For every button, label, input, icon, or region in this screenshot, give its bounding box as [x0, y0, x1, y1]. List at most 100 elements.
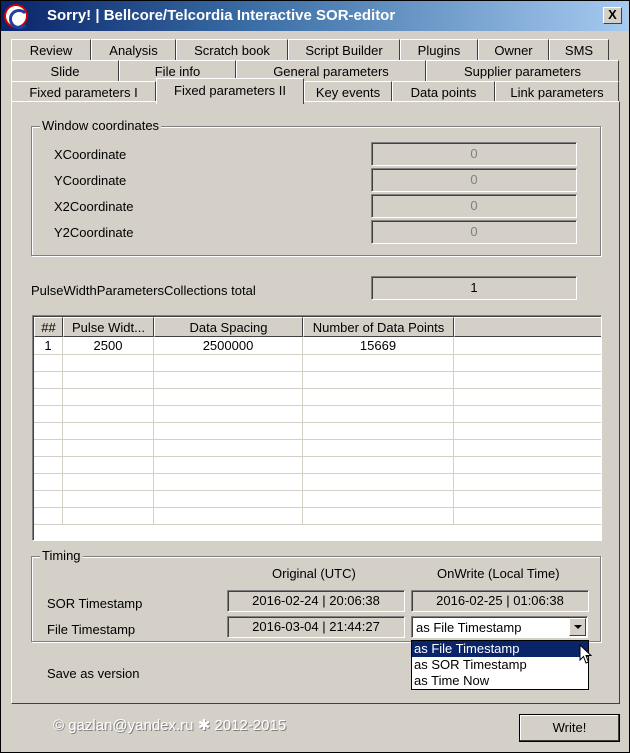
- tab-owner[interactable]: Owner: [478, 39, 549, 60]
- sor-timestamp-onwrite[interactable]: 2016-02-25 | 01:06:38: [411, 590, 589, 612]
- tab-fixed-parameters-1[interactable]: Fixed parameters I: [11, 81, 156, 102]
- table-cell: [34, 457, 63, 474]
- table-cell[interactable]: 2500000: [154, 338, 303, 355]
- table-cell: [154, 389, 303, 406]
- table-cell[interactable]: 1: [34, 338, 63, 355]
- tab-data-points[interactable]: Data points: [392, 81, 495, 102]
- table-cell: [303, 372, 454, 389]
- save-as-version-label: Save as version: [47, 666, 140, 681]
- pulse-total-field[interactable]: 1: [371, 276, 577, 300]
- title-bar[interactable]: Sorry! | Bellcore/Telcordia Interactive …: [1, 1, 629, 31]
- table-cell[interactable]: 2500: [63, 338, 154, 355]
- table-cell: [454, 440, 601, 457]
- table-cell: [154, 423, 303, 440]
- tab-plugins[interactable]: Plugins: [400, 39, 478, 60]
- table-cell: [63, 355, 154, 372]
- x-coordinate-field[interactable]: 0: [371, 142, 577, 166]
- sor-timestamp-original[interactable]: 2016-02-24 | 20:06:38: [227, 590, 405, 612]
- table-row-empty: [34, 389, 601, 406]
- dropdown-option[interactable]: as SOR Timestamp: [412, 657, 588, 673]
- table-cell[interactable]: [454, 338, 601, 355]
- dropdown-option[interactable]: as Time Now: [412, 673, 588, 689]
- table-cell: [454, 423, 601, 440]
- table-row-empty: [34, 457, 601, 474]
- table-cell: [154, 355, 303, 372]
- table-row-empty: [34, 491, 601, 508]
- tab-scratch-book[interactable]: Scratch book: [176, 39, 288, 60]
- tab-review[interactable]: Review: [11, 39, 91, 60]
- close-button[interactable]: X: [603, 7, 622, 24]
- table-cell: [34, 423, 63, 440]
- table-cell: [303, 491, 454, 508]
- column-header-pulse-width[interactable]: Pulse Widt...: [63, 317, 154, 337]
- table-row[interactable]: 1 2500 2500000 15669: [34, 338, 601, 355]
- copyright-text: © gazlan@yandex.ru ✱ 2012-2015: [53, 717, 287, 734]
- write-button[interactable]: Write!: [519, 714, 620, 742]
- table-cell: [154, 474, 303, 491]
- table-cell: [303, 406, 454, 423]
- tab-row-1: Review Analysis Scratch book Script Buil…: [11, 39, 619, 60]
- table-cell: [154, 457, 303, 474]
- tab-script-builder[interactable]: Script Builder: [288, 39, 400, 60]
- file-timestamp-select[interactable]: as File Timestamp: [411, 616, 588, 638]
- tab-fixed-parameters-2[interactable]: Fixed parameters II: [156, 78, 304, 104]
- table-cell: [34, 440, 63, 457]
- table-cell: [63, 440, 154, 457]
- table-cell: [63, 457, 154, 474]
- file-timestamp-dropdown[interactable]: as File Timestamp as SOR Timestamp as Ti…: [411, 640, 589, 690]
- tab-slide[interactable]: Slide: [11, 60, 119, 81]
- x2-coordinate-field[interactable]: 0: [371, 194, 577, 218]
- onwrite-local-header: OnWrite (Local Time): [437, 566, 560, 581]
- window-coordinates-group: Window coordinates XCoordinate 0 YCoordi…: [31, 118, 601, 256]
- table-cell[interactable]: 15669: [303, 338, 454, 355]
- pulse-total-label: PulseWidthParametersCollections total: [31, 283, 256, 298]
- dropdown-option[interactable]: as File Timestamp: [412, 641, 588, 657]
- table-row-empty: [34, 372, 601, 389]
- table-row-empty: [34, 406, 601, 423]
- column-header-index[interactable]: ##: [34, 317, 63, 337]
- table-row-empty: [34, 508, 601, 525]
- tab-link-parameters[interactable]: Link parameters: [495, 81, 619, 102]
- tab-analysis[interactable]: Analysis: [91, 39, 176, 60]
- table-cell: [303, 474, 454, 491]
- table-cell: [63, 423, 154, 440]
- table-cell: [303, 355, 454, 372]
- table-header: ## Pulse Widt... Data Spacing Number of …: [34, 317, 601, 337]
- table-cell: [63, 372, 154, 389]
- tab-key-events[interactable]: Key events: [304, 81, 392, 102]
- column-header-number-of-data-points[interactable]: Number of Data Points: [303, 317, 454, 337]
- file-timestamp-original[interactable]: 2016-03-04 | 21:44:27: [227, 616, 405, 638]
- table-cell: [303, 389, 454, 406]
- table-cell: [154, 406, 303, 423]
- window-title: Sorry! | Bellcore/Telcordia Interactive …: [47, 7, 396, 24]
- group-title: Window coordinates: [40, 118, 162, 133]
- y2-coordinate-field[interactable]: 0: [371, 220, 577, 244]
- table-cell: [63, 406, 154, 423]
- y-coordinate-field[interactable]: 0: [371, 168, 577, 192]
- table-cell: [454, 474, 601, 491]
- table-cell: [303, 457, 454, 474]
- original-utc-header: Original (UTC): [272, 566, 356, 581]
- tab-supplier-parameters[interactable]: Supplier parameters: [426, 60, 619, 81]
- table-cell: [454, 491, 601, 508]
- table-cell: [303, 508, 454, 525]
- table-cell: [63, 508, 154, 525]
- app-logo-icon: [4, 4, 29, 29]
- table-cell: [154, 491, 303, 508]
- x-coordinate-label: XCoordinate: [54, 147, 127, 162]
- sor-timestamp-label: SOR Timestamp: [47, 596, 143, 611]
- file-timestamp-label: File Timestamp: [47, 622, 136, 637]
- table-cell: [34, 406, 63, 423]
- pulse-width-table[interactable]: ## Pulse Widt... Data Spacing Number of …: [32, 315, 602, 541]
- table-cell: [34, 372, 63, 389]
- column-header-data-spacing[interactable]: Data Spacing: [154, 317, 303, 337]
- table-cell: [454, 406, 601, 423]
- table-row-empty: [34, 355, 601, 372]
- y2-coordinate-label: Y2Coordinate: [54, 225, 134, 240]
- editor-window: Sorry! | Bellcore/Telcordia Interactive …: [0, 0, 630, 753]
- chevron-down-icon[interactable]: [569, 618, 586, 636]
- tab-row-3: Fixed parameters I Fixed parameters II K…: [11, 78, 619, 104]
- tab-sms[interactable]: SMS: [549, 39, 609, 60]
- group-title: Timing: [40, 548, 83, 563]
- table-cell: [154, 372, 303, 389]
